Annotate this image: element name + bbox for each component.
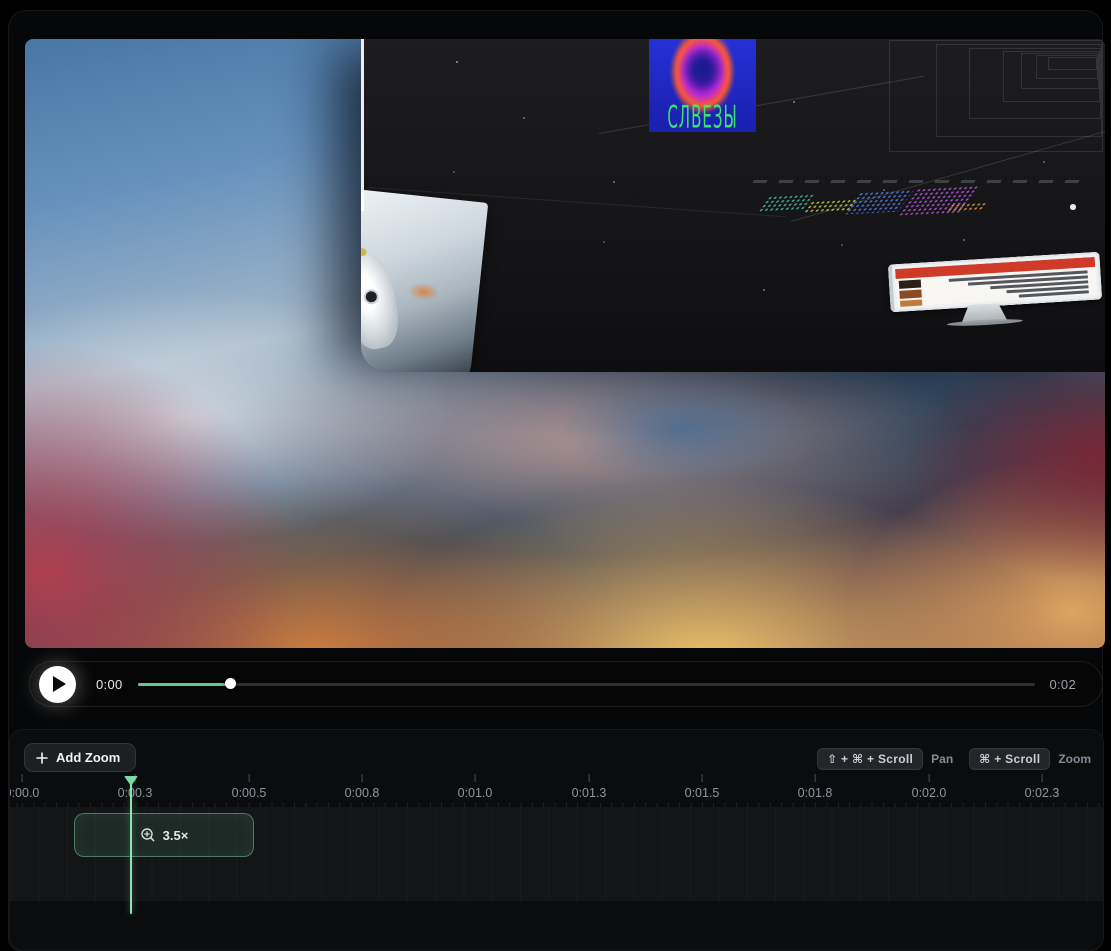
thumbnail — [899, 290, 921, 299]
playhead[interactable] — [122, 776, 140, 918]
pan-shortcut-label: Pan — [931, 752, 953, 766]
monitor-base — [947, 318, 1023, 327]
shortcut-hints: ⇧ + ⌘ + Scroll Pan ⌘ + Scroll Zoom — [817, 748, 1091, 770]
grid-caption-marks — [752, 180, 1084, 183]
playhead-line — [130, 784, 133, 914]
zoom-shortcut-badge: ⌘ + Scroll — [969, 748, 1050, 770]
zoom-shortcut-label: Zoom — [1058, 752, 1091, 766]
zoom-segment-label: 3.5× — [163, 828, 189, 843]
playback-bar: 0:00 0:02 — [29, 661, 1103, 707]
dot-grid-orange — [945, 202, 989, 213]
add-zoom-button[interactable]: Add Zoom — [24, 743, 136, 772]
zoom-track[interactable]: 3.5× — [10, 807, 1103, 901]
app-window: СЛВЕЗЫ — [8, 10, 1103, 951]
plus-icon — [36, 752, 48, 764]
ruler-tick: 0:02.3 — [1025, 774, 1060, 800]
ruler-tick: 0:00.0 — [9, 774, 39, 800]
ruler-tick: 0:02.0 — [912, 774, 947, 800]
zoom-in-icon — [140, 827, 156, 843]
slider-knob[interactable] — [225, 678, 236, 689]
corridor-frame — [1048, 57, 1097, 70]
ruler-tick: 0:01.5 — [685, 774, 720, 800]
current-time-label: 0:00 — [96, 677, 128, 692]
pan-shortcut-badge: ⇧ + ⌘ + Scroll — [817, 748, 923, 770]
thumbnail — [899, 280, 921, 289]
spacecraft-card — [361, 189, 488, 372]
timeline-panel: Add Zoom ⇧ + ⌘ + Scroll Pan ⌘ + Scroll Z… — [9, 729, 1104, 951]
total-time-label: 0:02 — [1049, 677, 1076, 692]
slider-track — [138, 683, 1035, 686]
engine-glow — [399, 276, 447, 307]
screen-text-lines — [930, 270, 1089, 305]
screen-thumbnails — [899, 279, 927, 307]
timeline-ruler[interactable]: 0:00.0 0:00.3 0:00.5 0:00.8 0:01.0 0:01.… — [10, 774, 1103, 807]
slider-progress-fill — [138, 683, 230, 686]
monitor-graphic — [888, 252, 1103, 313]
gallery-3d-panel: СЛВЕЗЫ — [361, 39, 1105, 372]
ruler-tick: 0:01.8 — [798, 774, 833, 800]
video-preview: СЛВЕЗЫ — [25, 39, 1105, 648]
zoom-segment[interactable]: 3.5× — [74, 813, 254, 857]
poster-title: СЛВЕЗЫ — [649, 98, 756, 132]
perspective-line — [599, 76, 924, 134]
ruler-tick: 0:00.8 — [345, 774, 380, 800]
thumbnail — [900, 299, 922, 307]
ruler-tick: 0:01.3 — [572, 774, 607, 800]
ruler-tick: 0:01.0 — [458, 774, 493, 800]
thermal-face-poster: СЛВЕЗЫ — [649, 39, 756, 132]
play-button[interactable] — [39, 666, 76, 703]
add-zoom-label: Add Zoom — [56, 750, 120, 765]
seek-slider[interactable] — [138, 674, 1035, 694]
play-icon — [53, 676, 66, 692]
ruler-tick: 0:00.5 — [232, 774, 267, 800]
wall-edge-highlight — [361, 39, 364, 211]
monitor-screen — [895, 257, 1097, 307]
